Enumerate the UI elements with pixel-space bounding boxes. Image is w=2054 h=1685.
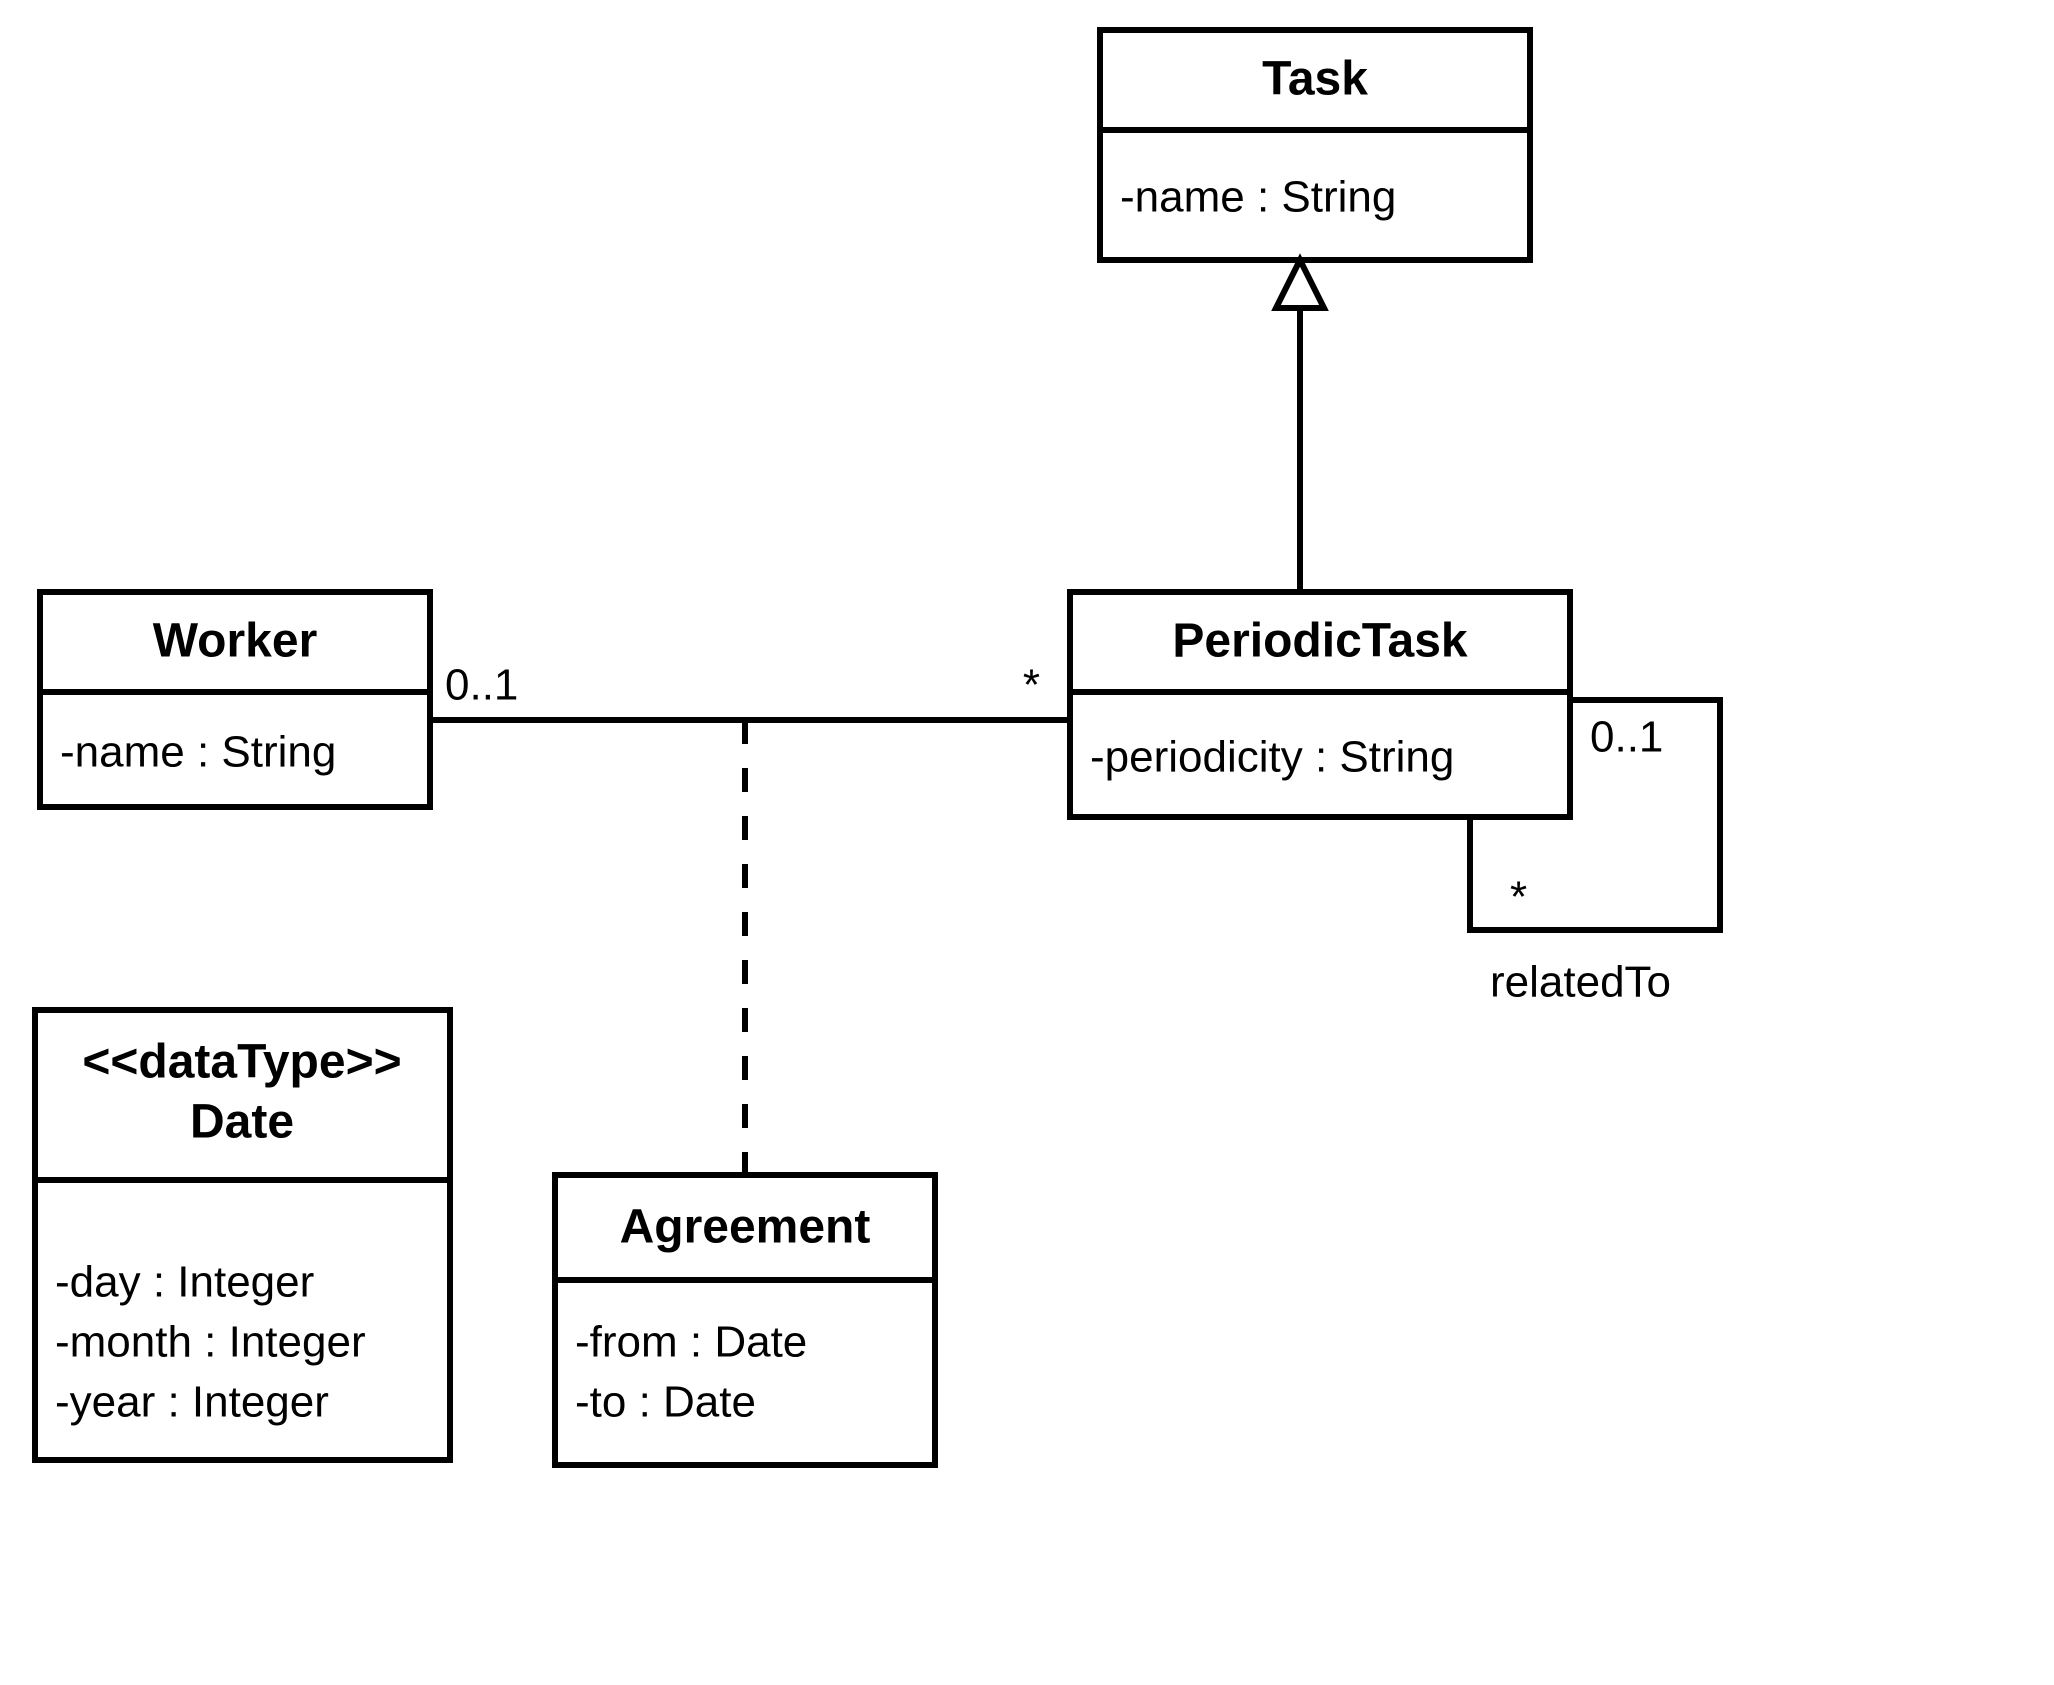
mult-periodictask-side: *	[1023, 661, 1040, 710]
class-agreement-attr-1: -to : Date	[575, 1378, 756, 1427]
class-periodictask-name: PeriodicTask	[1172, 615, 1468, 668]
class-date: <<dataType>> Date -day : Integer -month …	[35, 1010, 450, 1460]
mult-self-top: 0..1	[1590, 713, 1663, 762]
generalization-periodictask-task	[1276, 260, 1324, 592]
assoc-worker-periodictask: 0..1 *	[430, 661, 1070, 720]
class-agreement-attr-0: -from : Date	[575, 1318, 807, 1367]
uml-diagram: Task -name : String Worker -name : Strin…	[0, 0, 2054, 1685]
class-periodictask: PeriodicTask -periodicity : String	[1070, 592, 1570, 817]
class-periodictask-attr-0: -periodicity : String	[1090, 733, 1454, 782]
mult-self-bottom: *	[1510, 873, 1527, 922]
class-worker-name: Worker	[153, 615, 318, 668]
assoc-self-name: relatedTo	[1490, 958, 1671, 1007]
class-date-attr-1: -month : Integer	[55, 1318, 366, 1367]
class-task-attr-0: -name : String	[1120, 173, 1396, 222]
class-date-attr-2: -year : Integer	[55, 1378, 329, 1427]
class-task: Task -name : String	[1100, 30, 1530, 260]
class-date-name: Date	[190, 1096, 294, 1149]
class-worker-attr-0: -name : String	[60, 728, 336, 777]
class-agreement: Agreement -from : Date -to : Date	[555, 1175, 935, 1465]
class-agreement-name: Agreement	[620, 1201, 871, 1254]
class-date-attr-0: -day : Integer	[55, 1258, 314, 1307]
mult-worker-side: 0..1	[445, 661, 518, 710]
class-date-stereotype: <<dataType>>	[82, 1036, 401, 1089]
class-worker: Worker -name : String	[40, 592, 430, 807]
class-task-name: Task	[1262, 53, 1368, 106]
